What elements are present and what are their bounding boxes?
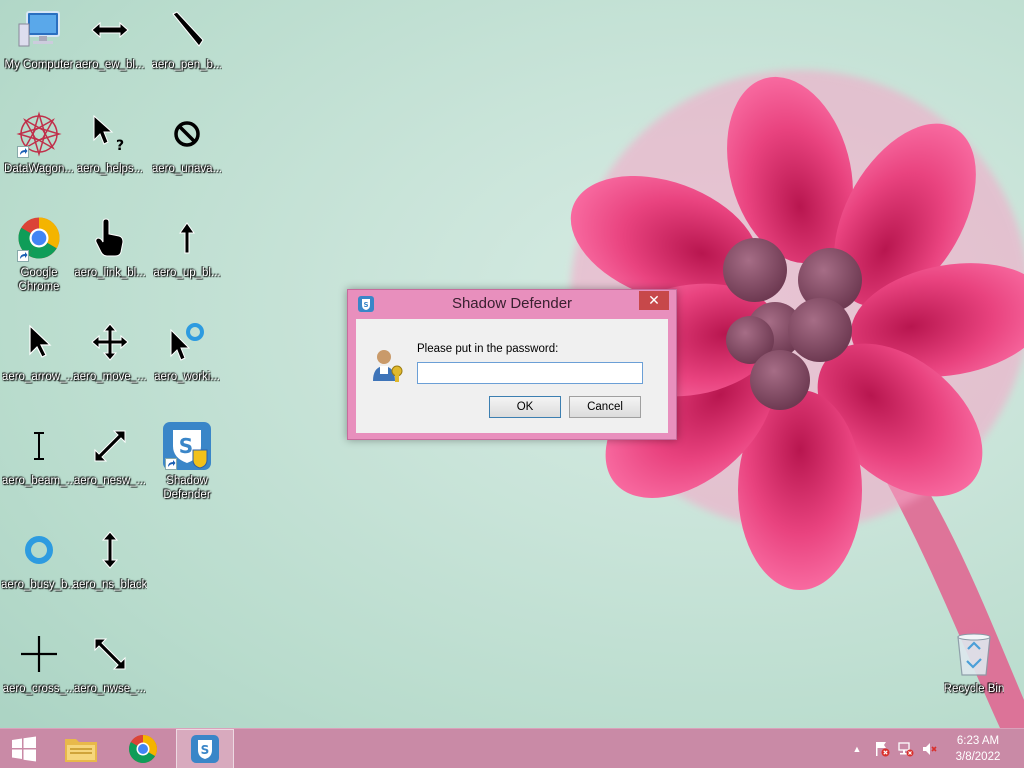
desktop-icon[interactable]: aero_link_bl... — [71, 208, 149, 304]
resize-ew-cursor-icon — [86, 6, 134, 54]
desktop-icon[interactable]: aero_nesw_... — [71, 416, 149, 512]
cancel-button[interactable]: Cancel — [569, 396, 641, 418]
start-button[interactable] — [0, 729, 48, 768]
system-clock[interactable]: 6:23 AM 3/8/2022 — [946, 733, 1010, 765]
desktop-icon-label: aero_unava... — [151, 163, 223, 175]
desktop-icon[interactable]: My Computer — [0, 0, 78, 96]
shortcut-arrow-icon — [17, 146, 29, 158]
taskbar-file-explorer[interactable] — [52, 729, 110, 768]
volume-muted-icon[interactable] — [920, 729, 940, 768]
svg-text:S: S — [179, 434, 193, 458]
ok-button[interactable]: OK — [489, 396, 561, 418]
desktop-icon-label: Shadow Defender — [163, 475, 211, 501]
desktop-icon[interactable]: aero_busy_b... — [0, 520, 78, 616]
text-beam-cursor-icon — [15, 422, 63, 470]
crosshair-cursor-icon — [15, 630, 63, 678]
desktop-icon-label: aero_nesw_... — [73, 475, 147, 487]
resize-nwse-cursor-icon — [86, 630, 134, 678]
desktop-icon[interactable]: S Shadow Defender — [148, 416, 226, 512]
desktop-icon[interactable]: aero_move_... — [71, 312, 149, 408]
desktop-icon-label: DataWagon... — [4, 163, 74, 175]
desktop-icon-label: Recycle Bin — [943, 683, 1005, 695]
desktop-icon[interactable]: aero_pen_b... — [148, 0, 226, 96]
dialog-titlebar[interactable]: S Shadow Defender ✕ — [348, 290, 676, 318]
resize-ns-cursor-icon — [86, 526, 134, 574]
show-hidden-icons-button[interactable]: ▲ — [848, 729, 866, 768]
desktop-icon[interactable]: aero_unava... — [148, 104, 226, 200]
desktop-icon-label: aero_pen_b... — [151, 59, 223, 71]
unavailable-cursor-icon — [163, 110, 211, 158]
shortcut-arrow-icon — [165, 458, 177, 470]
close-button[interactable]: ✕ — [639, 291, 669, 310]
desktop-icon[interactable]: aero_worki... — [148, 312, 226, 408]
desktop-icon[interactable]: aero_cross_... — [0, 624, 78, 720]
move-cursor-icon — [86, 318, 134, 366]
desktop-icon-label: aero_busy_b... — [0, 579, 78, 591]
desktop-icon-label: aero_cross_... — [2, 683, 76, 695]
clock-date: 3/8/2022 — [955, 751, 1001, 763]
desktop-icon[interactable]: aero_arrow_... — [0, 312, 78, 408]
desktop-icon-label: aero_ew_bl... — [75, 59, 145, 71]
recycle-bin-icon — [950, 630, 998, 678]
folder-icon — [65, 739, 97, 762]
dialog-title: Shadow Defender — [451, 295, 573, 312]
desktop-icon[interactable]: Google Chrome — [0, 208, 78, 304]
shadow-defender-password-dialog: S Shadow Defender ✕ Please put in the pa… — [347, 289, 677, 440]
chrome-icon — [15, 214, 63, 262]
desktop-icon[interactable]: Recycle Bin — [935, 624, 1013, 720]
svg-text:S: S — [201, 743, 210, 757]
taskbar: S ▲ 6:23 AM 3/8/2022 — [0, 728, 1024, 768]
windows-logo-icon — [12, 736, 36, 762]
taskbar-chrome[interactable] — [114, 729, 172, 768]
desktop-icon-label: aero_nwse_... — [73, 683, 147, 695]
shortcut-arrow-icon — [17, 250, 29, 262]
working-cursor-icon — [163, 318, 211, 366]
chrome-icon — [129, 735, 157, 763]
svg-text:?: ? — [116, 138, 124, 154]
desktop-icon-label: My Computer — [4, 59, 74, 71]
up-arrow-cursor-icon — [163, 214, 211, 262]
network-icon[interactable] — [896, 729, 916, 768]
desktop-icon-label: Google Chrome — [18, 267, 60, 293]
desktop-icon-label: aero_helps... — [76, 163, 144, 175]
taskbar-shadow-defender[interactable]: S — [176, 729, 234, 768]
dialog-client-area: Please put in the password: OK Cancel — [356, 319, 668, 433]
desktop-icon-label: aero_arrow_... — [1, 371, 77, 383]
desktop-icon-label: aero_beam_... — [1, 475, 77, 487]
desktop-icon-label: aero_move_... — [73, 371, 147, 383]
desktop-icon[interactable]: aero_beam_... — [0, 416, 78, 512]
busy-cursor-icon — [15, 526, 63, 574]
desktop-icon-label: aero_link_bl... — [74, 267, 146, 279]
shadow-defender-icon: S — [191, 735, 219, 763]
desktop-icon[interactable]: DataWagon... — [0, 104, 78, 200]
desktop-icon-label: aero_ns_black — [72, 579, 148, 591]
arrow-cursor-icon — [15, 318, 63, 366]
desktop-icon[interactable]: aero_ew_bl... — [71, 0, 149, 96]
password-input[interactable] — [417, 362, 643, 384]
action-center-icon[interactable] — [872, 729, 892, 768]
desktop-icon[interactable]: aero_nwse_... — [71, 624, 149, 720]
user-key-icon — [373, 350, 403, 382]
pen-cursor-icon — [163, 6, 211, 54]
desktop-icon[interactable]: ? aero_helps... — [71, 104, 149, 200]
resize-nesw-cursor-icon — [86, 422, 134, 470]
desktop-icon-label: aero_worki... — [154, 371, 220, 383]
shadow-defender-icon: S — [163, 422, 211, 470]
link-hand-cursor-icon — [86, 214, 134, 262]
help-select-cursor-icon: ? — [86, 110, 134, 158]
desktop-icon[interactable]: aero_ns_black — [71, 520, 149, 616]
desktop-icon[interactable]: aero_up_bl... — [148, 208, 226, 304]
computer-icon — [15, 6, 63, 54]
password-prompt-label: Please put in the password: — [417, 343, 559, 355]
desktop-icon-label: aero_up_bl... — [153, 267, 221, 279]
datawagon-icon — [15, 110, 63, 158]
clock-time: 6:23 AM — [956, 735, 1000, 747]
